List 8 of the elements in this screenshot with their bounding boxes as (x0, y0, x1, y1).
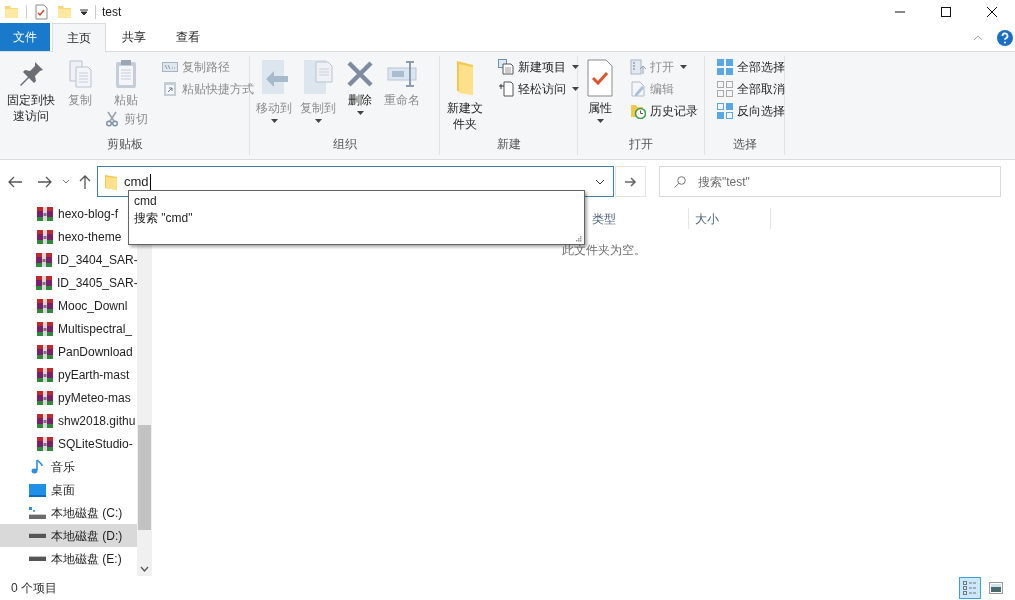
group-label: 组织 (331, 136, 358, 153)
window-title: test (102, 4, 122, 21)
group-label: 剪贴板 (105, 136, 144, 153)
group-label: 新建 (495, 136, 522, 153)
empty-folder-message: 此文件夹为空。 (561, 242, 646, 259)
item-count: 0 个项目 (11, 580, 57, 597)
group-label: 选择 (731, 136, 758, 153)
group-label: 打开 (628, 136, 654, 153)
